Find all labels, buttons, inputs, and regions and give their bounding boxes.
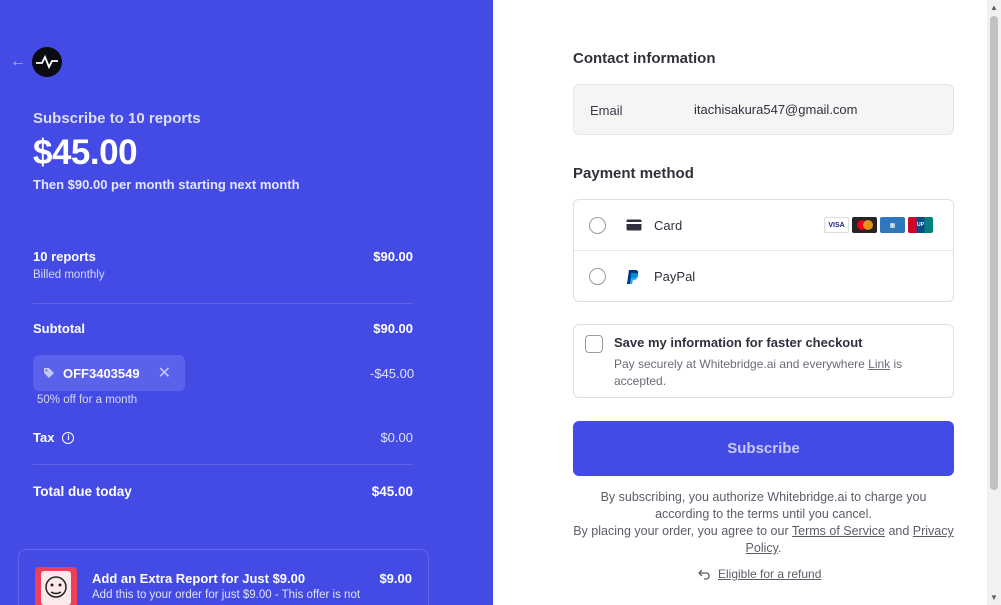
tax-row: Tax i $0.00 xyxy=(33,430,413,445)
scrollbar[interactable]: ▲ ▼ xyxy=(987,0,1001,605)
save-info-checkbox[interactable] xyxy=(585,335,603,353)
tag-icon xyxy=(44,368,54,378)
promo-code: OFF3403549 xyxy=(63,365,140,381)
upsell-card[interactable]: Add an Extra Report for Just $9.00 $9.00… xyxy=(18,549,429,605)
payment-heading: Payment method xyxy=(573,165,694,182)
amex-icon: ▦ xyxy=(880,217,905,233)
upsell-title: Add an Extra Report for Just $9.00 xyxy=(92,571,306,586)
subtotal-row: Subtotal $90.00 xyxy=(33,321,413,336)
then-text: Then $90.00 per month starting next mont… xyxy=(33,177,300,192)
email-field[interactable]: Email itachisakura547@gmail.com xyxy=(573,84,954,135)
card-brands: VISA ▦ UP xyxy=(824,217,933,233)
payment-method-options: Card VISA ▦ UP PayPal xyxy=(573,199,954,302)
total-row: Total due today $45.00 xyxy=(33,484,413,499)
email-label: Email xyxy=(590,103,623,118)
scroll-up-icon[interactable]: ▲ xyxy=(990,3,998,12)
line-item: 10 reports Billed monthly $90.00 xyxy=(33,249,413,281)
order-summary-panel: ← Subscribe to 10 reports $45.00 Then $9… xyxy=(0,0,493,605)
paypal-label: PayPal xyxy=(654,269,696,284)
card-radio[interactable] xyxy=(589,216,606,234)
logo[interactable] xyxy=(32,47,62,77)
scroll-down-icon[interactable]: ▼ xyxy=(990,593,998,602)
tax-amount: $0.00 xyxy=(380,430,413,445)
save-info-description: Pay securely at Whitebridge.ai and every… xyxy=(614,356,944,390)
pulse-icon xyxy=(36,55,58,69)
tax-label: Tax xyxy=(33,430,55,445)
paypal-icon xyxy=(627,269,639,284)
line-item-billing: Billed monthly xyxy=(33,269,105,281)
face-icon xyxy=(41,571,71,605)
email-value: itachisakura547@gmail.com xyxy=(694,102,858,117)
promo-note: 50% off for a month xyxy=(37,394,138,406)
total-label: Total due today xyxy=(33,484,132,499)
subtotal-label: Subtotal xyxy=(33,321,85,336)
undo-icon xyxy=(698,569,710,580)
legal-text: By subscribing, you authorize Whitebridg… xyxy=(573,489,954,557)
subscribe-button[interactable]: Subscribe xyxy=(573,421,954,476)
scroll-thumb[interactable] xyxy=(990,16,998,490)
save-info-desc-text: Pay securely at Whitebridge.ai and every… xyxy=(614,357,869,371)
subtotal-amount: $90.00 xyxy=(373,321,413,336)
upsell-description: Add this to your order for just $9.00 - … xyxy=(92,589,361,601)
save-info-title: Save my information for faster checkout xyxy=(614,335,863,350)
save-info-box: Save my information for faster checkout … xyxy=(573,324,954,398)
payment-option-paypal[interactable]: PayPal xyxy=(574,251,953,302)
promo-code-chip: OFF3403549 ✕ xyxy=(33,355,185,391)
card-label: Card xyxy=(654,217,683,233)
refund-row: Eligible for a refund xyxy=(698,567,821,581)
remove-promo-icon[interactable]: ✕ xyxy=(158,363,171,383)
legal-and: and xyxy=(884,524,913,538)
legal-period: . xyxy=(777,541,782,555)
paypal-radio[interactable] xyxy=(589,268,606,285)
legal-line-2: By placing your order, you agree to our xyxy=(573,524,792,538)
divider xyxy=(33,464,413,465)
subscribe-title: Subscribe to 10 reports xyxy=(33,110,201,127)
mastercard-icon xyxy=(852,217,877,233)
back-arrow-icon[interactable]: ← xyxy=(10,53,26,71)
total-amount: $45.00 xyxy=(371,484,413,499)
card-icon xyxy=(626,219,642,231)
upsell-price: $9.00 xyxy=(379,571,412,586)
visa-icon: VISA xyxy=(824,217,849,233)
line-item-amount: $90.00 xyxy=(373,249,413,264)
price: $45.00 xyxy=(33,133,138,172)
link-link[interactable]: Link xyxy=(868,357,890,371)
info-icon[interactable]: i xyxy=(62,431,75,444)
legal-line-1: By subscribing, you authorize Whitebridg… xyxy=(600,490,927,521)
upsell-image xyxy=(35,567,77,605)
contact-heading: Contact information xyxy=(573,50,716,67)
payment-option-card[interactable]: Card VISA ▦ UP xyxy=(574,200,953,251)
divider xyxy=(33,303,413,304)
discount-amount: -$45.00 xyxy=(370,366,415,381)
terms-link[interactable]: Terms of Service xyxy=(792,524,885,538)
checkout-form: Contact information Email itachisakura54… xyxy=(493,0,987,605)
line-item-name: 10 reports xyxy=(33,249,96,264)
unionpay-icon: UP xyxy=(908,217,933,233)
refund-link[interactable]: Eligible for a refund xyxy=(718,567,821,581)
